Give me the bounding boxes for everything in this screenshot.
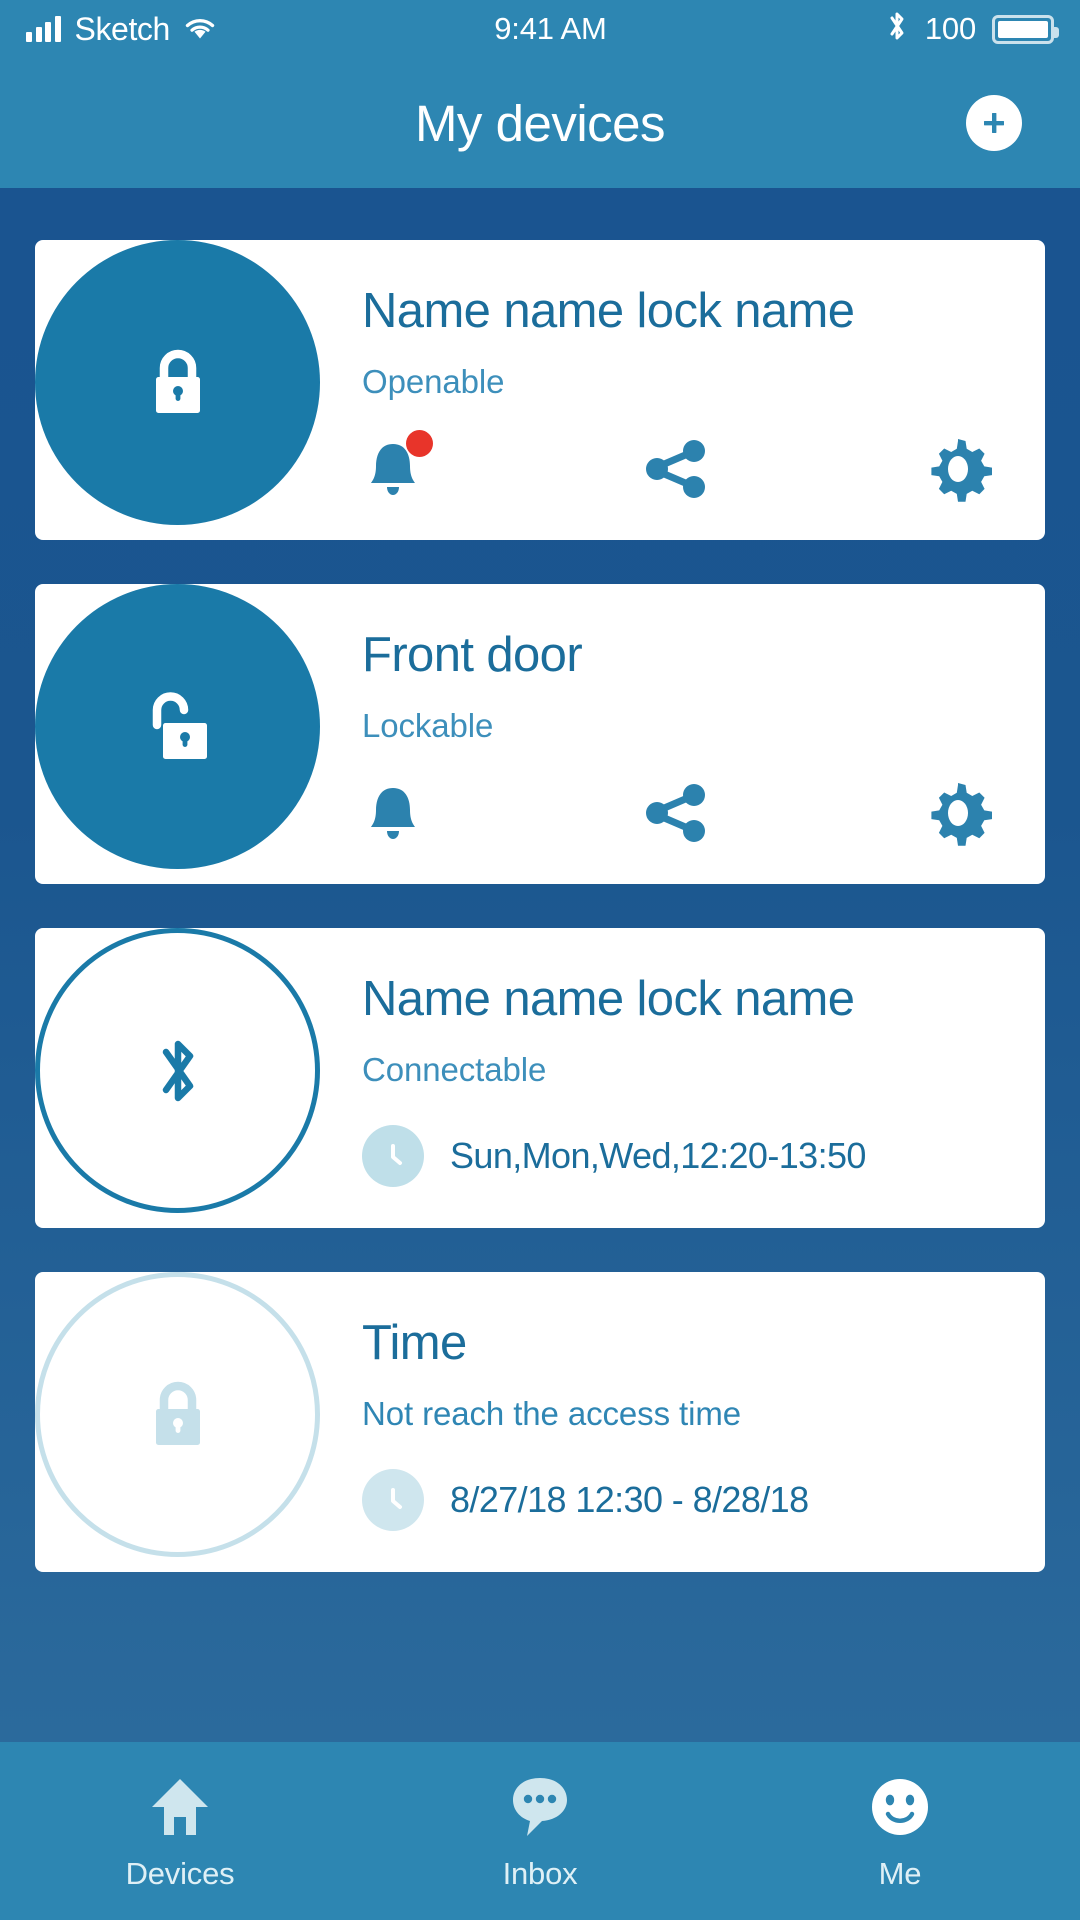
page-title: My devices bbox=[414, 94, 666, 152]
clock-icon bbox=[362, 1125, 424, 1188]
tab-inbox[interactable]: Inbox bbox=[360, 1742, 720, 1892]
bluetooth-icon[interactable] bbox=[35, 928, 320, 1213]
device-schedule: 8/27/18 12:30 - 8/28/18 bbox=[362, 1469, 1045, 1532]
device-name: Time bbox=[362, 1316, 467, 1370]
device-card[interactable]: Front door Lockable bbox=[35, 584, 1045, 884]
battery-icon bbox=[992, 14, 1059, 44]
clock-icon bbox=[362, 1469, 424, 1532]
tab-label: Inbox bbox=[502, 1856, 578, 1891]
bluetooth-icon bbox=[885, 9, 909, 49]
status-bar-time: 9:41 AM bbox=[494, 11, 607, 46]
device-list[interactable]: Name name lock name Openable Front door … bbox=[0, 188, 1080, 1742]
device-status: Connectable bbox=[362, 1051, 547, 1089]
lock-closed-icon[interactable] bbox=[35, 1272, 320, 1557]
device-card[interactable]: Name name lock name Openable bbox=[35, 240, 1045, 540]
share-icon[interactable] bbox=[572, 782, 782, 844]
status-bar-left: Sketch bbox=[0, 11, 216, 48]
status-bar: Sketch 9:41 AM 100 bbox=[0, 0, 1080, 58]
device-name: Name name lock name bbox=[362, 972, 855, 1026]
bottom-tab-bar: Devices Inbox Me bbox=[0, 1742, 1080, 1920]
smiley-face-icon bbox=[868, 1772, 932, 1842]
carrier-label: Sketch bbox=[74, 10, 171, 47]
tab-label: Devices bbox=[125, 1856, 235, 1891]
settings-gear-icon[interactable] bbox=[782, 435, 992, 503]
tab-devices[interactable]: Devices bbox=[0, 1742, 360, 1892]
signal-bars-icon bbox=[26, 16, 61, 42]
device-schedule: Sun,Mon,Wed,12:20-13:50 bbox=[362, 1125, 1045, 1188]
device-info: Front door Lockable bbox=[320, 584, 1045, 847]
device-name: Name name lock name bbox=[362, 284, 855, 338]
share-icon[interactable] bbox=[572, 438, 782, 500]
notification-bell-icon[interactable] bbox=[362, 780, 572, 846]
app-header: My devices bbox=[0, 58, 1080, 188]
schedule-text: 8/27/18 12:30 - 8/28/18 bbox=[450, 1479, 809, 1521]
device-card[interactable]: Time Not reach the access time 8/27/18 1… bbox=[35, 1272, 1045, 1572]
lock-open-icon[interactable] bbox=[35, 584, 320, 869]
add-device-button[interactable] bbox=[966, 95, 1022, 151]
device-card[interactable]: Name name lock name Connectable Sun,Mon,… bbox=[35, 928, 1045, 1228]
device-status: Not reach the access time bbox=[362, 1395, 741, 1433]
battery-percent-label: 100 bbox=[924, 11, 976, 46]
device-info: Name name lock name Connectable Sun,Mon,… bbox=[320, 928, 1045, 1188]
device-actions bbox=[362, 779, 992, 847]
chat-bubble-icon bbox=[509, 1772, 571, 1842]
device-actions bbox=[362, 430, 992, 503]
device-icon-wrap[interactable] bbox=[35, 584, 320, 869]
wifi-icon bbox=[184, 17, 216, 41]
home-icon bbox=[146, 1772, 214, 1842]
device-info: Name name lock name Openable bbox=[320, 240, 1045, 503]
device-name: Front door bbox=[362, 628, 583, 682]
status-bar-right: 100 bbox=[885, 9, 1080, 49]
device-icon-wrap[interactable] bbox=[35, 1272, 320, 1557]
device-status: Lockable bbox=[362, 707, 494, 745]
notification-badge-dot bbox=[406, 430, 433, 458]
device-status: Openable bbox=[362, 363, 505, 401]
tab-label: Me bbox=[878, 1856, 922, 1891]
notification-bell-icon[interactable] bbox=[362, 430, 572, 502]
schedule-text: Sun,Mon,Wed,12:20-13:50 bbox=[450, 1135, 866, 1177]
settings-gear-icon[interactable] bbox=[782, 779, 992, 847]
plus-icon bbox=[984, 113, 1004, 133]
device-info: Time Not reach the access time 8/27/18 1… bbox=[320, 1272, 1045, 1532]
tab-me[interactable]: Me bbox=[720, 1742, 1080, 1892]
app-screen: Sketch 9:41 AM 100 My devices Name name … bbox=[0, 0, 1080, 1920]
lock-closed-icon[interactable] bbox=[35, 240, 320, 525]
device-icon-wrap[interactable] bbox=[35, 928, 320, 1213]
device-icon-wrap[interactable] bbox=[35, 240, 320, 525]
